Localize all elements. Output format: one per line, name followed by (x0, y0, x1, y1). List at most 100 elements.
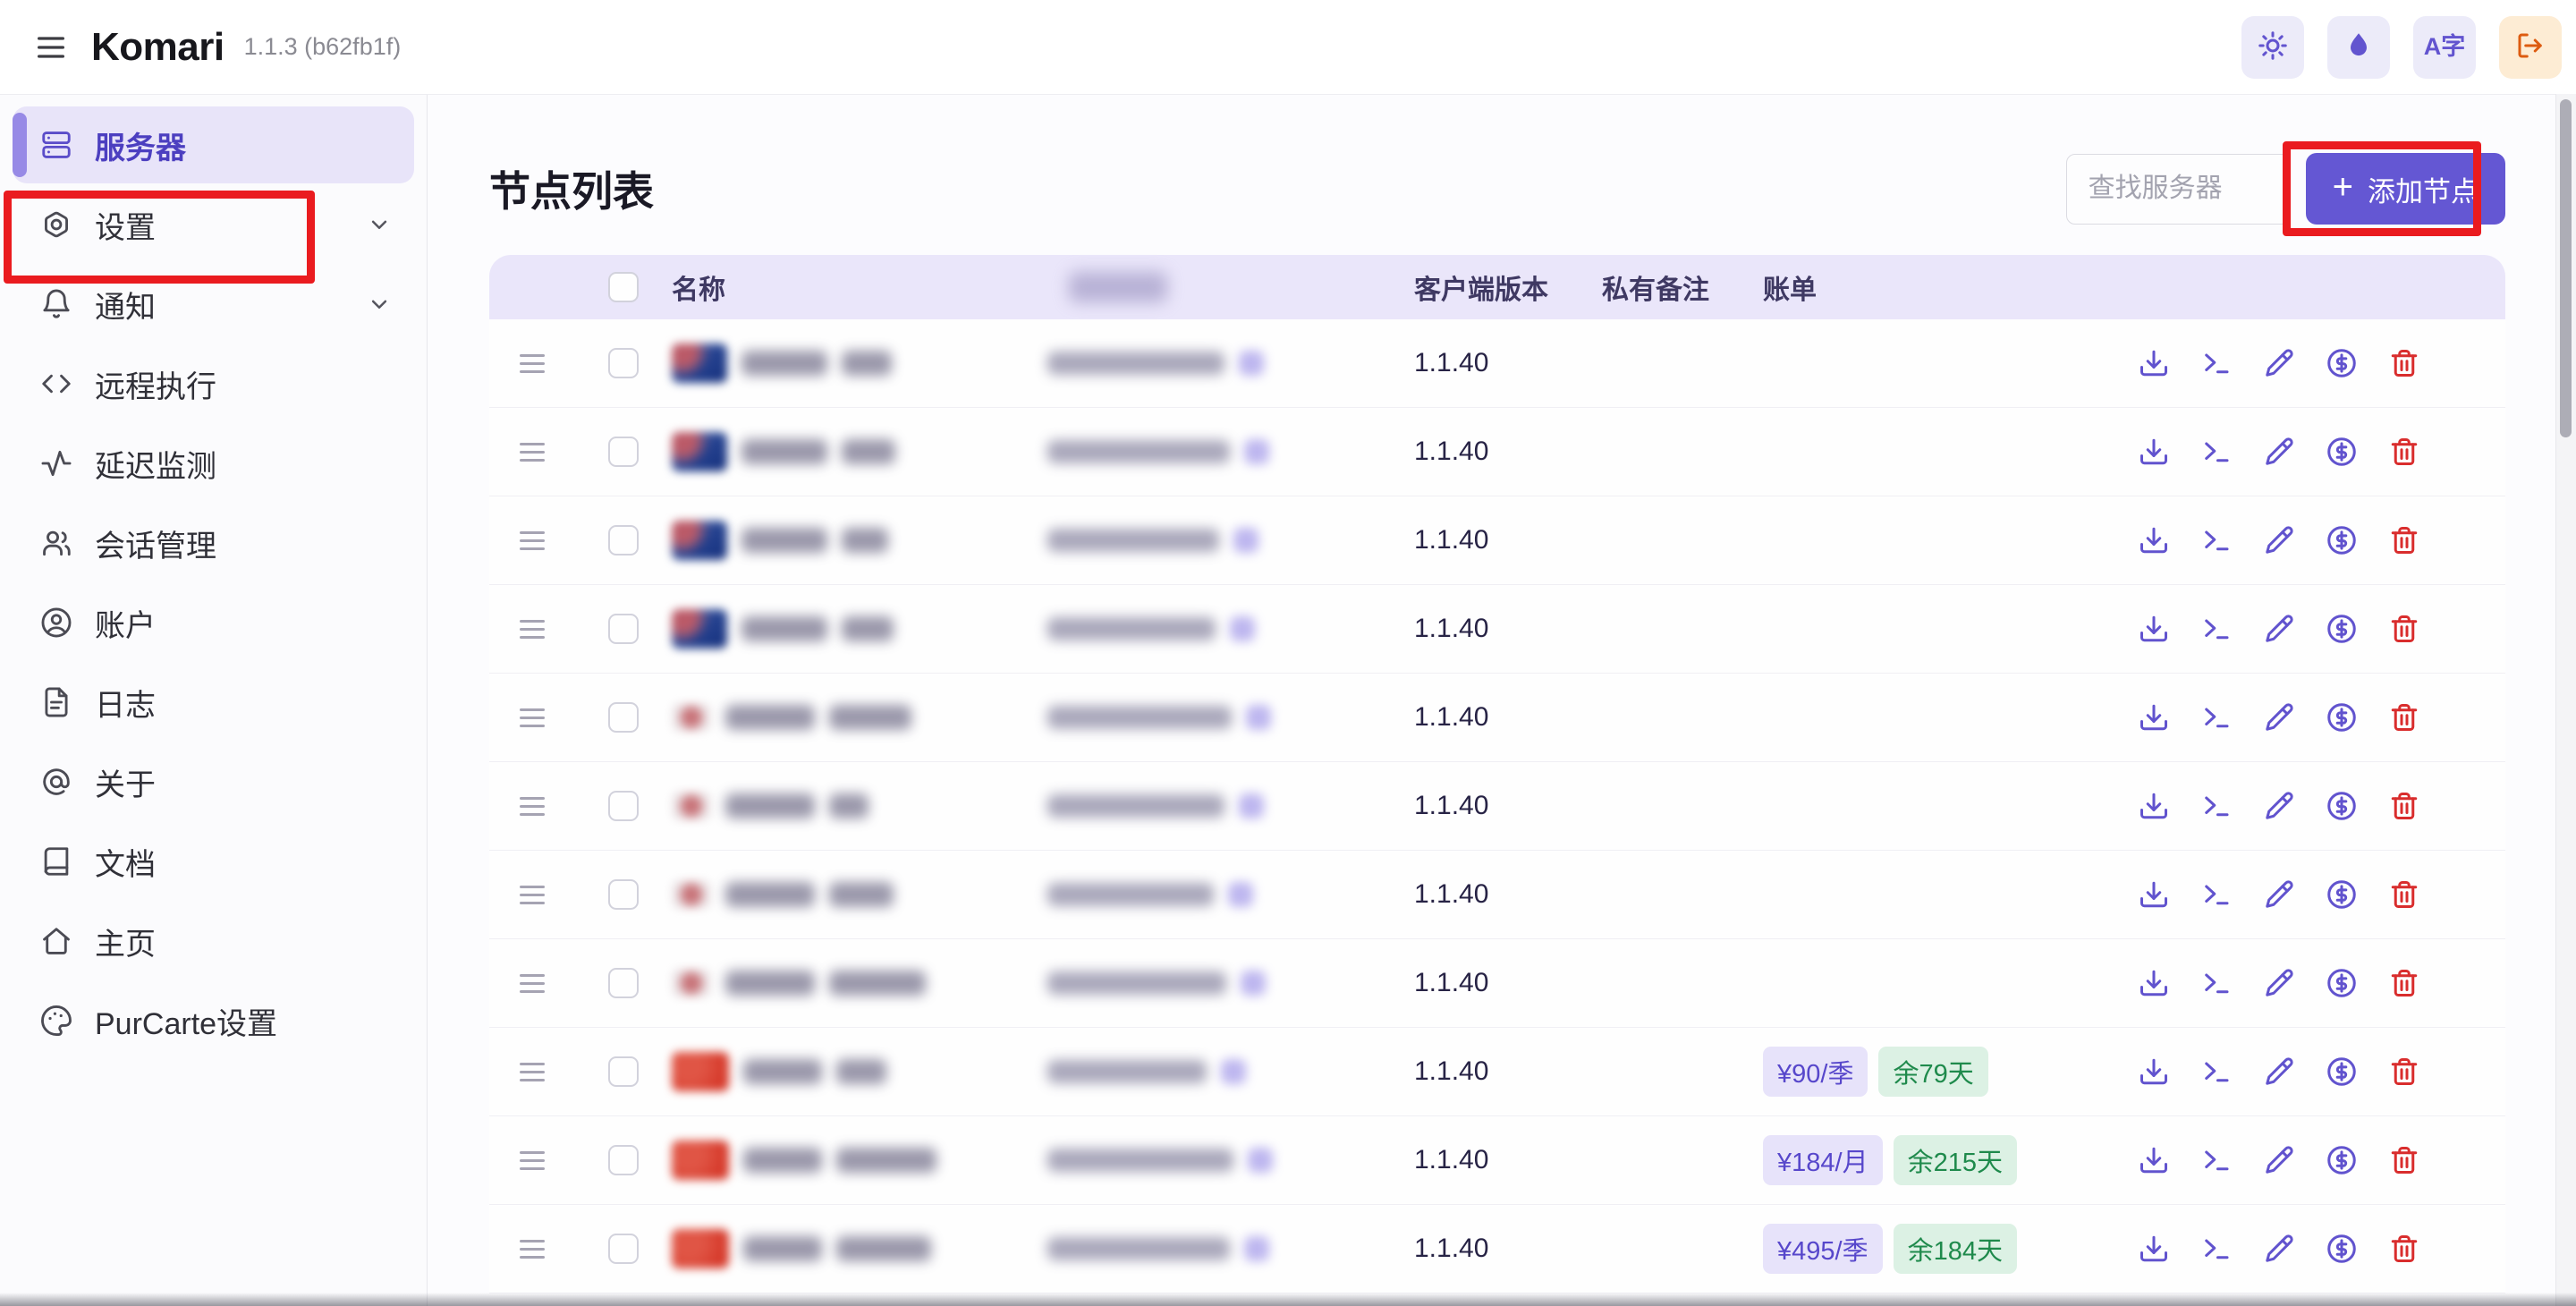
edit-icon[interactable] (2262, 612, 2296, 646)
billing-icon[interactable] (2325, 1232, 2359, 1266)
download-icon[interactable] (2137, 1232, 2171, 1266)
drag-handle[interactable] (520, 1063, 545, 1081)
billing-icon[interactable] (2325, 612, 2359, 646)
billing-icon[interactable] (2325, 346, 2359, 380)
billing-icon[interactable] (2325, 700, 2359, 734)
terminal-icon[interactable] (2199, 612, 2233, 646)
sidebar-item-about[interactable]: 关于 (13, 743, 414, 820)
delete-icon[interactable] (2387, 1055, 2421, 1089)
edit-icon[interactable] (2262, 878, 2296, 912)
download-icon[interactable] (2137, 435, 2171, 469)
drag-handle[interactable] (520, 531, 545, 550)
row-checkbox[interactable] (608, 348, 639, 378)
sidebar-item-settings[interactable]: 设置 (13, 186, 414, 263)
edit-icon[interactable] (2262, 523, 2296, 557)
download-icon[interactable] (2137, 612, 2171, 646)
delete-icon[interactable] (2387, 346, 2421, 380)
copy-icon[interactable] (1244, 439, 1269, 464)
language-button[interactable]: A字 (2413, 16, 2476, 79)
copy-icon[interactable] (1228, 882, 1253, 907)
delete-icon[interactable] (2387, 1232, 2421, 1266)
terminal-icon[interactable] (2199, 1055, 2233, 1089)
billing-icon[interactable] (2325, 966, 2359, 1000)
drag-handle[interactable] (520, 443, 545, 462)
theme-toggle-button[interactable] (2241, 16, 2304, 79)
billing-icon[interactable] (2325, 789, 2359, 823)
add-node-button[interactable]: + 添加节点 (2306, 153, 2505, 225)
row-checkbox[interactable] (608, 879, 639, 910)
copy-icon[interactable] (1239, 793, 1264, 818)
download-icon[interactable] (2137, 878, 2171, 912)
drag-handle[interactable] (520, 974, 545, 993)
delete-icon[interactable] (2387, 966, 2421, 1000)
row-checkbox[interactable] (608, 437, 639, 467)
copy-icon[interactable] (1241, 971, 1266, 996)
delete-icon[interactable] (2387, 523, 2421, 557)
copy-icon[interactable] (1221, 1059, 1246, 1084)
edit-icon[interactable] (2262, 700, 2296, 734)
copy-icon[interactable] (1244, 1236, 1269, 1261)
row-checkbox[interactable] (608, 525, 639, 555)
copy-icon[interactable] (1233, 528, 1258, 553)
logout-button[interactable] (2499, 16, 2562, 79)
terminal-icon[interactable] (2199, 700, 2233, 734)
edit-icon[interactable] (2262, 435, 2296, 469)
drag-handle[interactable] (520, 797, 545, 816)
drag-handle[interactable] (520, 354, 545, 373)
edit-icon[interactable] (2262, 966, 2296, 1000)
terminal-icon[interactable] (2199, 789, 2233, 823)
edit-icon[interactable] (2262, 346, 2296, 380)
billing-icon[interactable] (2325, 523, 2359, 557)
edit-icon[interactable] (2262, 1232, 2296, 1266)
select-all-checkbox[interactable] (608, 272, 639, 302)
copy-icon[interactable] (1239, 351, 1264, 376)
row-checkbox[interactable] (608, 1145, 639, 1175)
terminal-icon[interactable] (2199, 1232, 2233, 1266)
edit-icon[interactable] (2262, 789, 2296, 823)
delete-icon[interactable] (2387, 878, 2421, 912)
row-checkbox[interactable] (608, 791, 639, 821)
terminal-icon[interactable] (2199, 346, 2233, 380)
terminal-icon[interactable] (2199, 523, 2233, 557)
row-checkbox[interactable] (608, 614, 639, 644)
scrollbar-thumb[interactable] (2560, 99, 2572, 437)
download-icon[interactable] (2137, 966, 2171, 1000)
edit-icon[interactable] (2262, 1143, 2296, 1177)
sidebar-item-purcarte-settings[interactable]: PurCarte设置 (13, 982, 414, 1059)
delete-icon[interactable] (2387, 1143, 2421, 1177)
sidebar-item-latency-monitor[interactable]: 延迟监测 (13, 425, 414, 502)
billing-icon[interactable] (2325, 878, 2359, 912)
terminal-icon[interactable] (2199, 435, 2233, 469)
drag-handle[interactable] (520, 886, 545, 904)
sidebar-item-servers[interactable]: 服务器 (13, 106, 414, 183)
download-icon[interactable] (2137, 346, 2171, 380)
sidebar-item-session-management[interactable]: 会话管理 (13, 505, 414, 581)
scrollbar[interactable] (2555, 94, 2576, 1306)
row-checkbox[interactable] (608, 968, 639, 998)
download-icon[interactable] (2137, 523, 2171, 557)
sidebar-item-home[interactable]: 主页 (13, 903, 414, 980)
billing-icon[interactable] (2325, 1143, 2359, 1177)
download-icon[interactable] (2137, 1143, 2171, 1177)
terminal-icon[interactable] (2199, 1143, 2233, 1177)
terminal-icon[interactable] (2199, 878, 2233, 912)
drag-handle[interactable] (520, 620, 545, 639)
drag-handle[interactable] (520, 1151, 545, 1170)
sidebar-item-logs[interactable]: 日志 (13, 664, 414, 741)
download-icon[interactable] (2137, 789, 2171, 823)
billing-icon[interactable] (2325, 435, 2359, 469)
drag-handle[interactable] (520, 1240, 545, 1259)
delete-icon[interactable] (2387, 789, 2421, 823)
delete-icon[interactable] (2387, 612, 2421, 646)
menu-icon[interactable] (27, 23, 75, 72)
row-checkbox[interactable] (608, 702, 639, 733)
download-icon[interactable] (2137, 700, 2171, 734)
sidebar-item-docs[interactable]: 文档 (13, 823, 414, 900)
delete-icon[interactable] (2387, 700, 2421, 734)
sidebar-item-account[interactable]: 账户 (13, 584, 414, 661)
copy-icon[interactable] (1246, 705, 1271, 730)
delete-icon[interactable] (2387, 435, 2421, 469)
sidebar-item-notifications[interactable]: 通知 (13, 266, 414, 343)
sidebar-item-remote-execution[interactable]: 远程执行 (13, 345, 414, 422)
appearance-button[interactable] (2327, 16, 2390, 79)
